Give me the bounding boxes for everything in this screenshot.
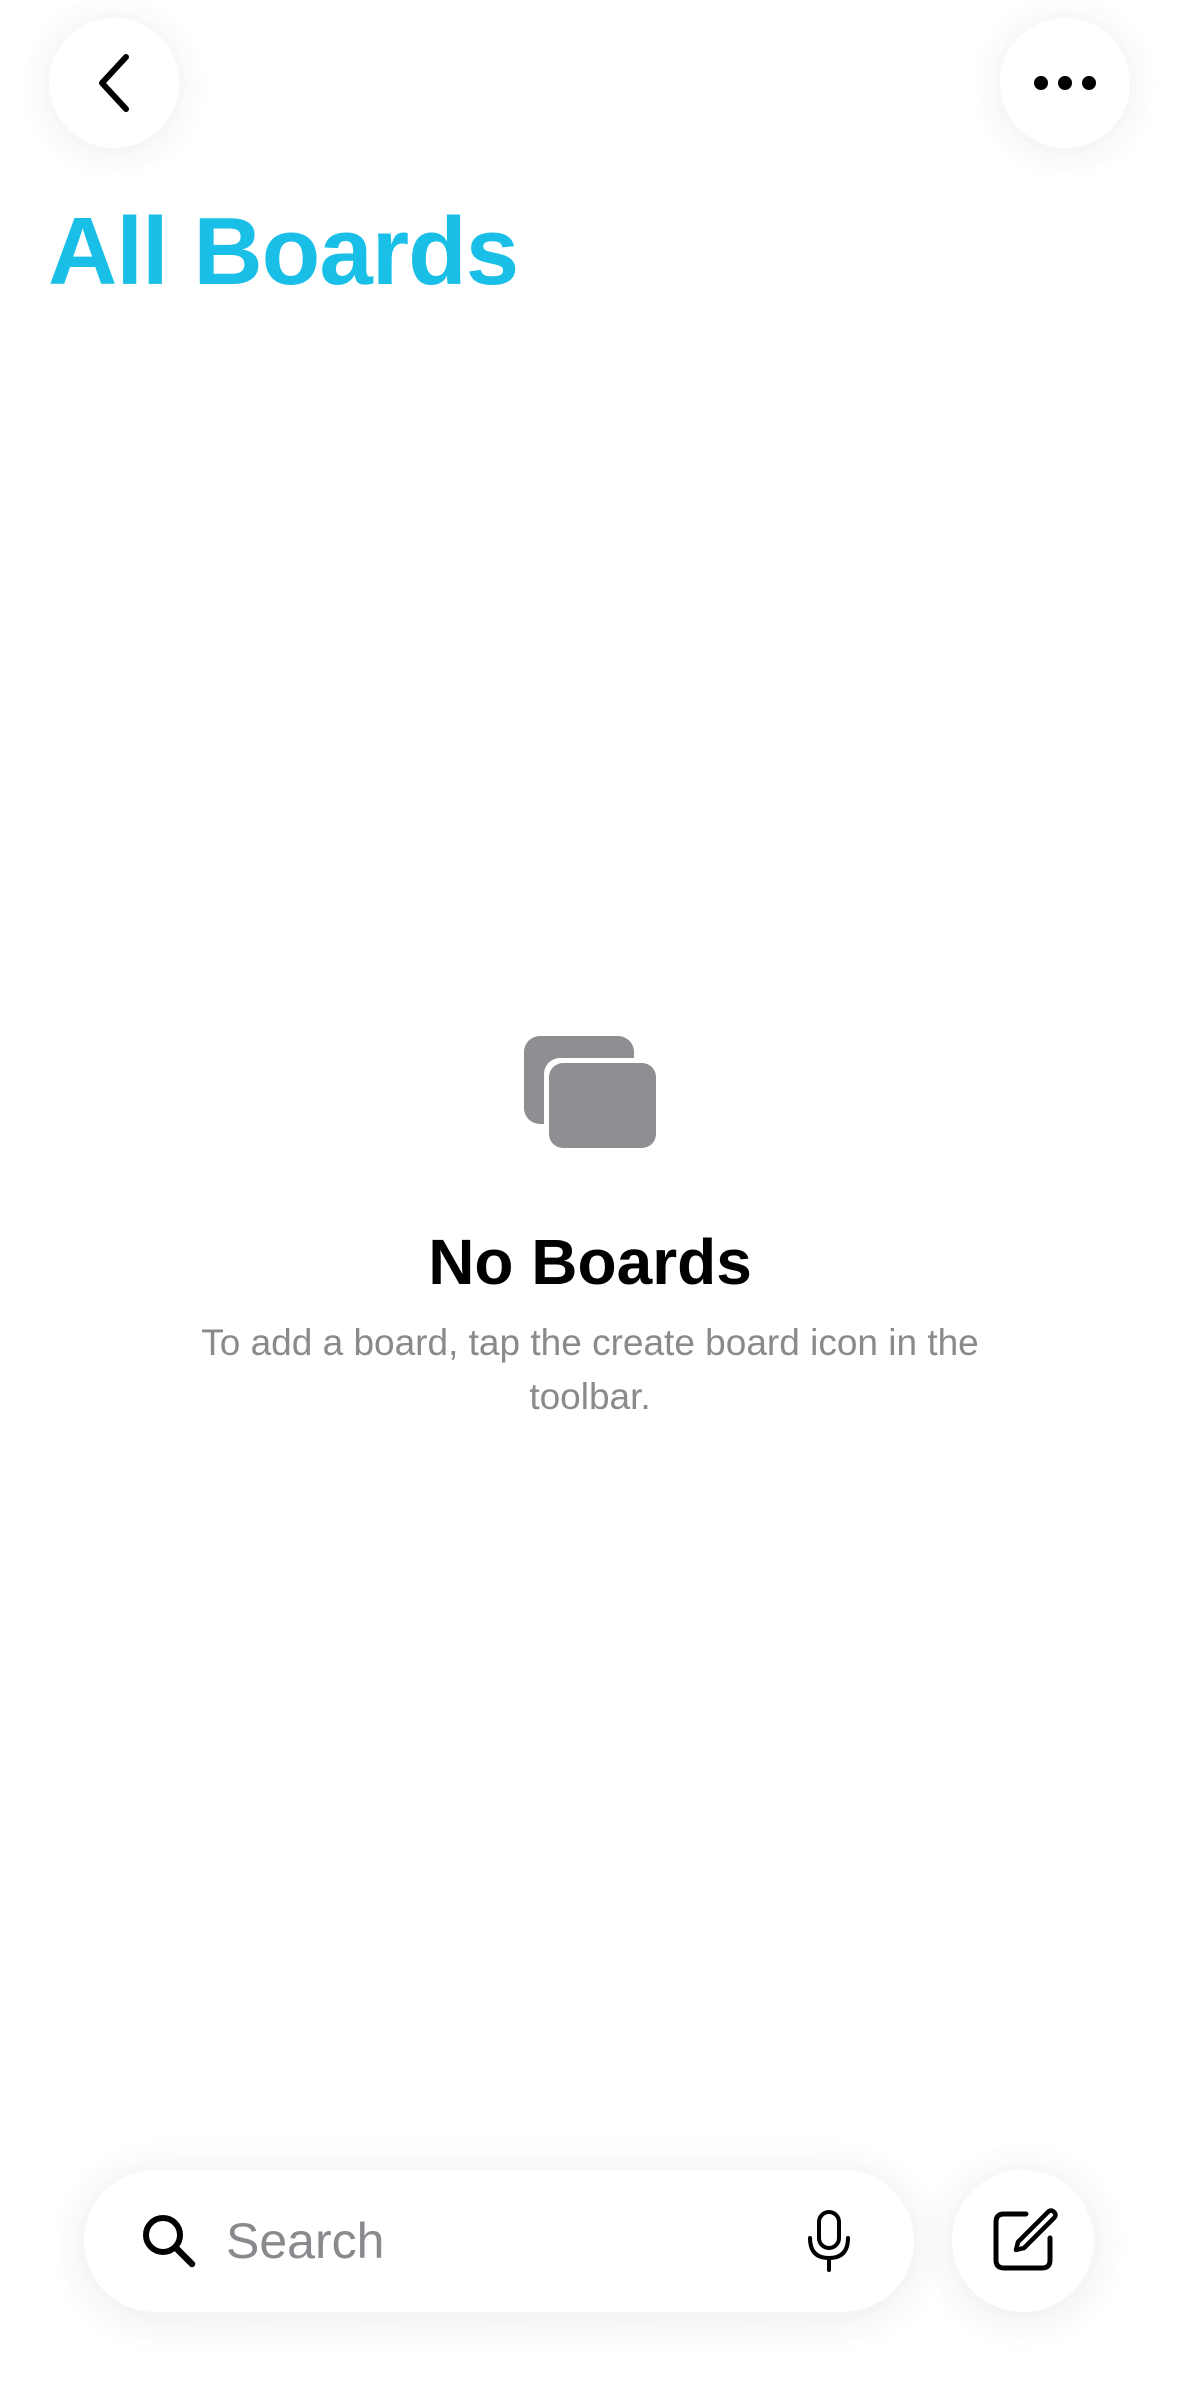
more-options-button[interactable] [1000,18,1130,148]
back-button[interactable] [49,18,179,148]
empty-state-message: To add a board, tap the create board ico… [201,1322,979,1417]
compose-board-icon [993,2208,1058,2271]
empty-state-title: No Boards [428,1226,752,1298]
ellipsis-icon [1034,76,1096,90]
search-icon [143,2215,196,2268]
chevron-left-icon [99,54,129,112]
microphone-icon[interactable] [806,2210,852,2272]
create-board-button[interactable] [952,2170,1094,2312]
search-bar[interactable] [84,2170,914,2312]
stacked-boards-icon [524,1036,656,1148]
page-title: All Boards [48,198,519,305]
search-input[interactable] [226,2200,856,2282]
